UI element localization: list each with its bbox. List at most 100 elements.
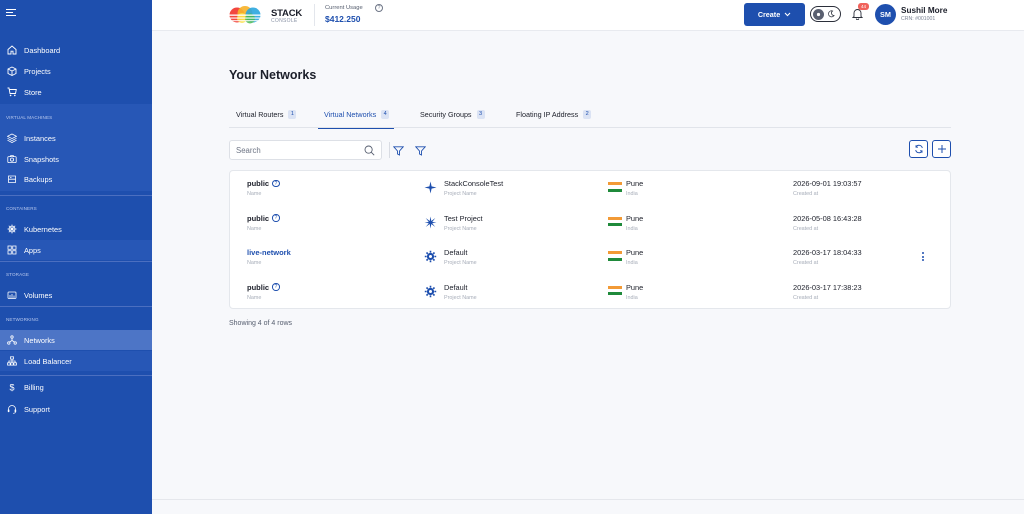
svg-text:$: $: [9, 383, 14, 393]
location-country: India: [626, 225, 638, 232]
sidebar-divider: [0, 195, 152, 196]
helm-icon: [7, 224, 17, 234]
india-flag-icon: [608, 285, 622, 296]
sidebar-item-snapshots[interactable]: Snapshots: [0, 149, 152, 169]
table-row[interactable]: live-network Name Default Project Name P…: [230, 240, 950, 275]
camera-icon: [7, 154, 17, 164]
created-at: 2026-05-08 16:43:28: [793, 213, 862, 223]
user-name: Sushil More: [901, 6, 948, 15]
name-sub-label: Name: [247, 294, 262, 301]
help-icon[interactable]: ?: [272, 283, 280, 291]
sidebar-item-label: Dashboard: [24, 45, 61, 55]
menu-toggle-icon[interactable]: [6, 9, 16, 17]
created-at: 2026-03-17 18:04:33: [793, 248, 862, 257]
sidebar-item-label: Billing: [24, 382, 44, 392]
sidebar-item-projects[interactable]: Projects: [0, 61, 152, 81]
network-name: public?: [247, 179, 280, 188]
section-label-containers: CONTAINERS: [6, 206, 37, 211]
network-name-link[interactable]: live-network: [247, 248, 291, 257]
sitemap-icon: [7, 356, 17, 366]
india-flag-icon: [608, 216, 622, 227]
section-label-networking: NETWORKING: [6, 317, 39, 322]
tab-virtual-networks[interactable]: Virtual Networks 4: [318, 108, 395, 129]
location-city: Pune: [626, 213, 644, 223]
created-sub-label: Created at: [793, 191, 819, 197]
sun-icon: [813, 8, 824, 20]
name-sub-label: Name: [247, 191, 262, 197]
india-flag-icon: [608, 251, 622, 261]
name-sub-label: Name: [247, 260, 262, 266]
top-header: STACK CONSOLE Current Usage ? $412.250 C…: [152, 0, 1024, 31]
tab-count-badge: 2: [583, 110, 592, 119]
advanced-filter-button[interactable]: [411, 141, 430, 160]
logo-subtext: CONSOLE: [271, 18, 298, 24]
project-name: Default: [444, 248, 468, 257]
help-icon[interactable]: ?: [272, 179, 280, 188]
filter-button[interactable]: [389, 141, 408, 160]
add-network-button[interactable]: [932, 140, 951, 158]
network-icon: [7, 335, 17, 345]
sidebar-item-apps[interactable]: Apps: [0, 240, 152, 260]
sidebar-item-instances[interactable]: Instances: [0, 128, 152, 148]
sidebar-item-load-balancer[interactable]: Load Balancer: [0, 351, 152, 371]
refresh-icon: [914, 144, 923, 154]
database-icon: [7, 174, 17, 184]
table-row[interactable]: public? Name Default Project Name Pune I…: [230, 275, 950, 310]
create-button-label: Create: [757, 10, 781, 19]
sidebar: Dashboard Projects Store VIRTUAL MACHINE…: [0, 0, 152, 514]
refresh-button[interactable]: [909, 140, 928, 158]
more-options-icon[interactable]: [922, 252, 925, 262]
tab-label: Floating IP Address: [516, 110, 579, 119]
table-row[interactable]: public? Name StackConsoleTest Project Na…: [230, 171, 950, 206]
sidebar-item-volumes[interactable]: Volumes: [0, 285, 152, 305]
header-divider: [314, 4, 315, 26]
search-icon[interactable]: [364, 145, 375, 156]
help-icon[interactable]: ?: [375, 4, 383, 12]
sidebar-item-label: Instances: [24, 133, 56, 143]
sidebar-item-store[interactable]: Store: [0, 82, 152, 102]
sidebar-item-support[interactable]: Support: [0, 399, 152, 419]
search-field: [229, 140, 382, 160]
gear-icon: [424, 250, 437, 263]
page-title: Your Networks: [229, 68, 317, 82]
project-sub-label: Project Name: [444, 260, 477, 266]
sidebar-item-label: Networks: [24, 335, 55, 345]
sidebar-item-billing[interactable]: $ Billing: [0, 377, 152, 397]
location-country: India: [626, 191, 638, 197]
table-row[interactable]: public? Name Test Project Project Name P…: [230, 206, 950, 241]
network-name-text: public: [247, 179, 270, 188]
create-button[interactable]: Create: [744, 3, 805, 26]
tab-floating-ip-address[interactable]: Floating IP Address 2: [516, 108, 592, 128]
created-at: 2026-03-17 17:38:23: [793, 282, 862, 292]
network-name-text: public: [247, 282, 270, 292]
location-city: Pune: [626, 179, 644, 188]
sidebar-item-dashboard[interactable]: Dashboard: [0, 40, 152, 60]
stack-console-logo[interactable]: [228, 5, 264, 25]
sidebar-item-backups[interactable]: Backups: [0, 169, 152, 189]
sidebar-item-kubernetes[interactable]: Kubernetes: [0, 219, 152, 239]
help-icon[interactable]: ?: [272, 214, 280, 222]
theme-toggle[interactable]: [810, 6, 841, 22]
sidebar-item-label: Snapshots: [24, 154, 59, 164]
location-city: Pune: [626, 248, 644, 257]
tab-virtual-routers[interactable]: Virtual Routers 1: [236, 108, 297, 128]
row-count-text: Showing 4 of 4 rows: [229, 320, 293, 327]
sidebar-item-networks[interactable]: Networks: [0, 330, 152, 350]
network-name-text[interactable]: live-network: [247, 248, 291, 257]
search-input[interactable]: [236, 144, 356, 157]
avatar[interactable]: SM: [875, 4, 896, 25]
usage-value: $412.250: [325, 14, 361, 24]
section-label-storage: STORAGE: [6, 272, 30, 277]
project-name: Test Project: [444, 213, 483, 223]
cart-icon: [7, 87, 17, 97]
project-name: Default: [444, 282, 468, 292]
filter-icon: [393, 145, 404, 156]
tab-label: Virtual Routers: [236, 110, 284, 119]
created-at: 2026-09-01 19:03:57: [793, 179, 862, 188]
tab-security-groups[interactable]: Security Groups 3: [420, 108, 485, 128]
tab-count-badge: 3: [476, 110, 485, 119]
network-name: public?: [247, 283, 280, 292]
location-city: Pune: [626, 282, 644, 292]
name-sub-label: Name: [247, 225, 262, 232]
layers-icon: [7, 133, 17, 143]
